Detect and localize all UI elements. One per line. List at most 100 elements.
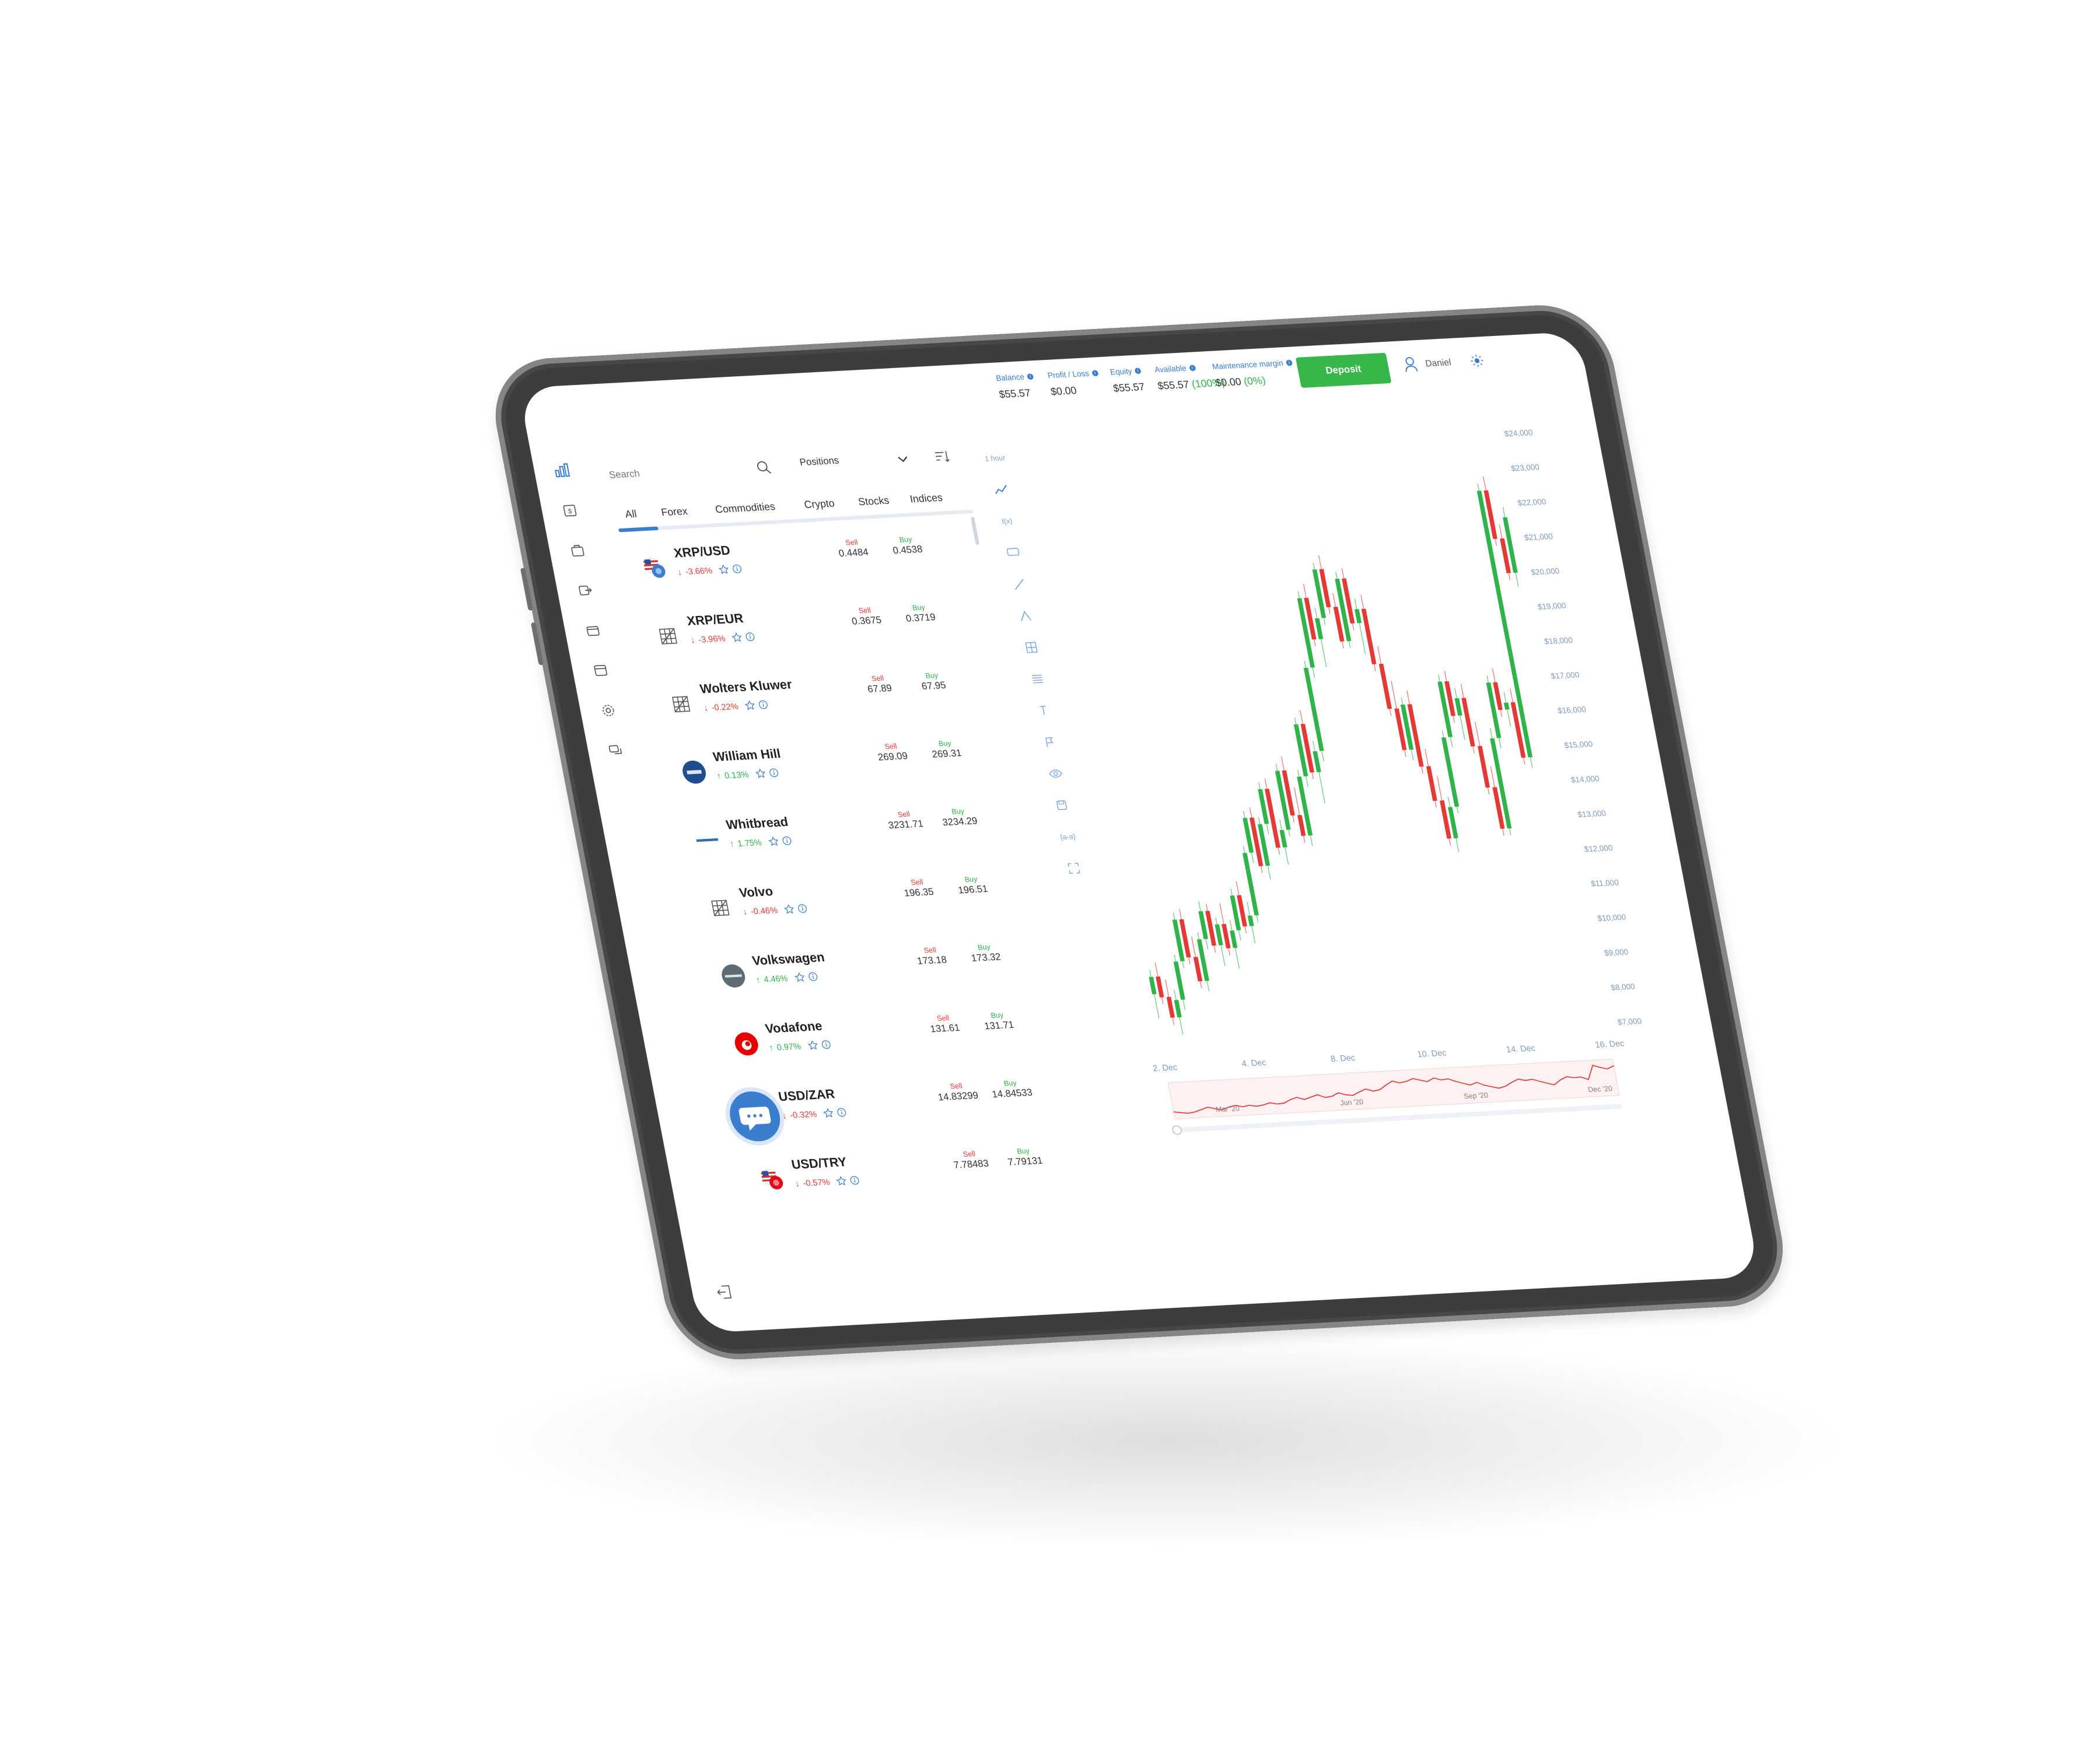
tool-measure[interactable] [1020, 694, 1068, 727]
interval-select[interactable]: 1 hour [971, 442, 1019, 475]
tab-commodities[interactable]: Commodities [714, 501, 776, 516]
star-icon[interactable] [807, 1040, 818, 1051]
info-icon[interactable]: i [1091, 369, 1099, 376]
y-tick-label: $18,000 [1544, 636, 1574, 646]
sidebar-item-wallet[interactable] [580, 619, 606, 642]
sidebar-item-portfolio[interactable] [565, 539, 590, 562]
sell-quote[interactable]: Sell 7.78483 [944, 1149, 996, 1172]
tab-forex[interactable]: Forex [660, 505, 689, 519]
sell-quote[interactable]: Sell 3231.71 [879, 808, 931, 832]
tool-line-series[interactable] [977, 473, 1026, 507]
sell-label: Sell [910, 877, 924, 887]
positions-select[interactable]: Positions [799, 456, 839, 468]
sell-label: Sell [936, 1013, 950, 1023]
info-icon[interactable]: i [1285, 359, 1293, 366]
buy-label: Buy [925, 671, 939, 680]
buy-price: 0.4538 [892, 544, 923, 556]
tool-pitchfork[interactable] [1001, 599, 1049, 633]
search-icon[interactable] [754, 459, 773, 475]
buy-quote[interactable]: Buy 131.71 [972, 1010, 1024, 1033]
star-icon[interactable] [718, 564, 730, 575]
buy-price: 3234.29 [942, 816, 979, 828]
navigator-handle[interactable] [1172, 1125, 1182, 1135]
star-icon[interactable] [744, 700, 756, 710]
william-hill-logo [682, 760, 706, 784]
sell-quote[interactable]: Sell 269.09 [866, 741, 918, 764]
star-icon[interactable] [836, 1175, 848, 1186]
star-icon[interactable] [768, 836, 779, 847]
star-icon[interactable] [823, 1108, 835, 1118]
buy-quote[interactable]: Buy 269.31 [920, 738, 972, 761]
sidebar-item-messages[interactable] [603, 739, 629, 762]
user-menu[interactable]: Daniel [1402, 352, 1485, 372]
y-tick-label: $8,000 [1610, 982, 1636, 992]
info-circle-icon[interactable] [744, 632, 756, 642]
sell-quote[interactable]: Sell 173.18 [905, 944, 957, 968]
tool-annotation[interactable] [989, 536, 1038, 570]
candle [1166, 996, 1175, 1018]
sell-quote[interactable]: Sell 0.3675 [840, 605, 892, 628]
tool-compare[interactable]: {a-a} [1044, 820, 1092, 853]
buy-quote[interactable]: Buy 0.3719 [894, 602, 946, 625]
tool-visibility[interactable] [1031, 757, 1080, 790]
tab-indices[interactable]: Indices [909, 492, 943, 506]
tool-trendline[interactable] [995, 568, 1044, 601]
logout-button[interactable] [715, 1284, 734, 1304]
tool-fibonacci-grid[interactable] [1007, 631, 1056, 664]
info-circle-icon[interactable] [758, 699, 769, 710]
sell-quote[interactable]: Sell 14.83299 [931, 1080, 983, 1104]
sidebar-item-settings[interactable] [596, 699, 621, 722]
star-icon[interactable] [732, 632, 743, 643]
search-input[interactable] [606, 459, 745, 485]
buy-quote[interactable]: Buy 7.79131 [999, 1146, 1051, 1169]
star-icon[interactable] [794, 972, 806, 983]
sort-filter-icon[interactable] [933, 450, 950, 464]
tool-fullscreen[interactable] [1050, 852, 1098, 886]
buy-quote[interactable]: Buy 0.4538 [881, 534, 933, 558]
tab-all[interactable]: All [624, 508, 638, 521]
tool-save[interactable] [1038, 788, 1086, 822]
buy-quote[interactable]: Buy 67.95 [907, 670, 959, 693]
info-circle-icon[interactable] [768, 768, 779, 778]
star-icon[interactable] [755, 768, 766, 779]
buy-quote[interactable]: Buy 14.84533 [985, 1077, 1037, 1101]
info-icon[interactable]: i [1188, 364, 1196, 371]
buy-quote[interactable]: Buy 3234.29 [933, 806, 985, 829]
star-icon[interactable] [783, 904, 795, 915]
y-tick-label: $7,000 [1617, 1017, 1643, 1027]
sidebar-item-funds[interactable]: $ [557, 499, 583, 522]
info-circle-icon[interactable] [732, 564, 743, 574]
instrument-name: USD/ZAR [777, 1087, 836, 1104]
deposit-button[interactable]: Deposit [1295, 352, 1392, 388]
flag-us-tr-icon [761, 1169, 783, 1189]
sell-quote[interactable]: Sell 0.4484 [827, 537, 878, 560]
tool-horizontal-lines[interactable] [1013, 662, 1062, 696]
sidebar-item-markets[interactable] [549, 459, 575, 481]
info-circle-icon[interactable] [820, 1040, 832, 1050]
buy-quote[interactable]: Buy 196.51 [946, 874, 998, 897]
info-icon[interactable]: i [1134, 367, 1142, 374]
tab-stocks[interactable]: Stocks [858, 495, 891, 509]
tool-indicators[interactable]: f(x) [983, 505, 1031, 538]
sidebar-item-history[interactable] [587, 659, 613, 682]
chevron-down-icon[interactable] [895, 452, 911, 466]
tool-flag[interactable] [1026, 725, 1074, 759]
sell-quote[interactable]: Sell 67.89 [853, 673, 905, 696]
live-chat-button[interactable] [725, 1090, 785, 1143]
y-tick-label: $16,000 [1557, 705, 1587, 715]
info-icon[interactable]: i [1026, 373, 1034, 380]
sell-quote[interactable]: Sell 131.61 [918, 1013, 970, 1036]
info-circle-icon[interactable] [807, 971, 819, 982]
available-value: $55.57 [1156, 379, 1191, 392]
sell-quote[interactable]: Sell 196.35 [892, 877, 944, 900]
tab-crypto[interactable]: Crypto [803, 498, 836, 512]
theme-sun-icon[interactable] [1469, 354, 1485, 368]
info-circle-icon[interactable] [836, 1107, 848, 1118]
info-circle-icon[interactable] [781, 835, 793, 846]
flag-icon [1045, 737, 1054, 747]
info-circle-icon[interactable] [849, 1175, 861, 1186]
instrument-change: ↓ -3.66% [677, 564, 743, 577]
info-circle-icon[interactable] [797, 904, 808, 914]
sidebar-item-transfer[interactable] [572, 579, 598, 601]
buy-quote[interactable]: Buy 173.32 [959, 942, 1011, 965]
